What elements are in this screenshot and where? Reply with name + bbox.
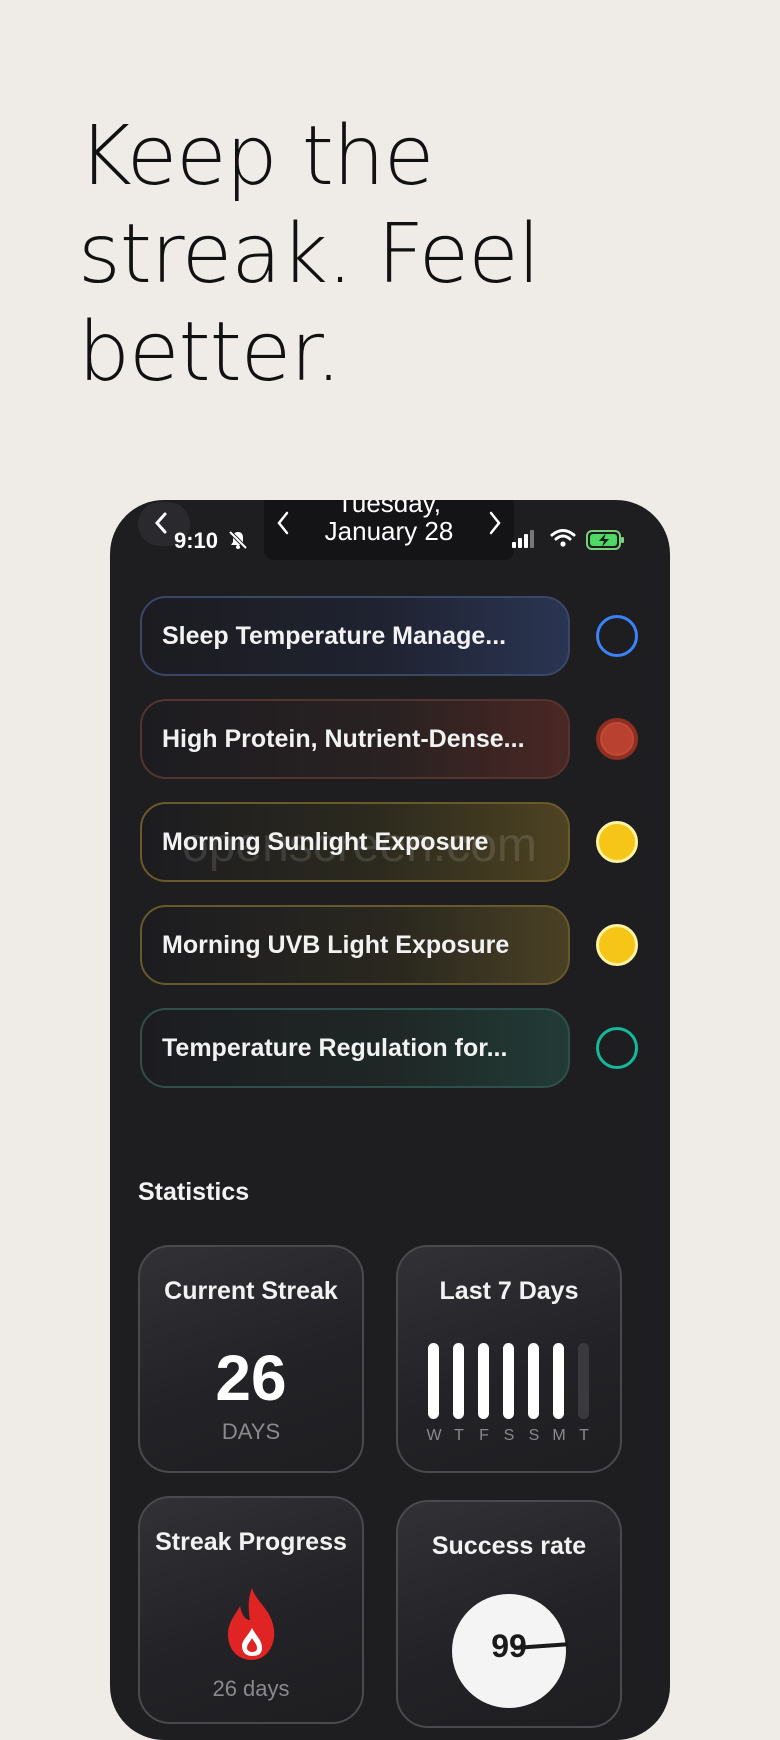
day-bar [428, 1343, 439, 1419]
card-title: Success rate [431, 1532, 587, 1560]
flame-icon [228, 1588, 275, 1660]
habit-item[interactable]: Sleep Temperature Manage... [140, 596, 570, 676]
day-label: S [528, 1427, 540, 1444]
habit-item[interactable]: High Protein, Nutrient-Dense... [140, 699, 570, 779]
bell-off-icon [228, 530, 248, 550]
chevron-left-icon [154, 512, 167, 534]
day-bar [453, 1343, 464, 1419]
habit-item[interactable]: Morning UVB Light Exposure [140, 905, 570, 985]
day-label: F [479, 1427, 489, 1444]
card-title: Last 7 Days [439, 1277, 579, 1305]
day-bars [428, 1343, 598, 1419]
success-rate-gauge: 99 [452, 1594, 569, 1708]
phone-screen: 9:10 Tuesday, January 28 Sleep Temperatu… [110, 500, 670, 1740]
success-rate-card[interactable]: Success rate 99 [396, 1500, 622, 1728]
streak-unit: DAYS [221, 1419, 281, 1444]
day-label: S [503, 1427, 515, 1444]
headline-line: streak. Feel [78, 207, 540, 302]
habit-label: Morning Sunlight Exposure [162, 828, 489, 856]
streak-progress-subtitle: 26 days [212, 1676, 290, 1701]
habit-label: Morning UVB Light Exposure [162, 931, 510, 959]
day-bar [478, 1343, 489, 1419]
day-label: M [552, 1427, 566, 1444]
headline-line: better. [78, 305, 342, 400]
current-streak-card[interactable]: Current Streak 26 DAYS [138, 1245, 364, 1473]
previous-day-icon[interactable] [276, 510, 290, 536]
habit-checkbox[interactable] [596, 924, 638, 966]
day-label: T [579, 1427, 589, 1444]
last-7-days-card[interactable]: Last 7 Days WTFSSMT [396, 1245, 622, 1473]
card-title: Current Streak [164, 1277, 338, 1305]
day-label: W [426, 1427, 442, 1444]
habit-checkbox[interactable] [596, 821, 638, 863]
habit-label: High Protein, Nutrient-Dense... [162, 725, 525, 753]
day-bar [503, 1343, 514, 1419]
day-bar [553, 1343, 564, 1419]
habit-item[interactable]: Morning Sunlight Exposure [140, 802, 570, 882]
cellular-signal-icon [512, 530, 534, 548]
habit-checkbox[interactable] [596, 718, 638, 760]
habit-label: Sleep Temperature Manage... [162, 622, 507, 650]
card-title: Streak Progress [155, 1528, 347, 1556]
headline-line: Keep the [78, 109, 434, 204]
habit-checkbox[interactable] [596, 615, 638, 657]
habit-checkbox[interactable] [596, 1027, 638, 1069]
habit-item[interactable]: Temperature Regulation for... [140, 1008, 570, 1088]
habit-label: Temperature Regulation for... [162, 1034, 508, 1062]
battery-charging-icon [586, 530, 624, 550]
date-selector[interactable]: Tuesday, January 28 [264, 500, 514, 560]
statistics-heading: Statistics [138, 1178, 250, 1206]
streak-progress-card[interactable]: Streak Progress 26 days [138, 1496, 364, 1724]
day-bar [528, 1343, 539, 1419]
day-label: T [454, 1427, 464, 1444]
day-bar [578, 1343, 589, 1419]
date-day: January 28 [324, 516, 454, 546]
streak-value: 26 [215, 1342, 287, 1414]
next-day-icon[interactable] [488, 510, 502, 536]
wifi-icon [550, 529, 576, 547]
headline: Keep the streak. Feel better. [78, 108, 540, 402]
status-time: 9:10 [174, 528, 219, 553]
